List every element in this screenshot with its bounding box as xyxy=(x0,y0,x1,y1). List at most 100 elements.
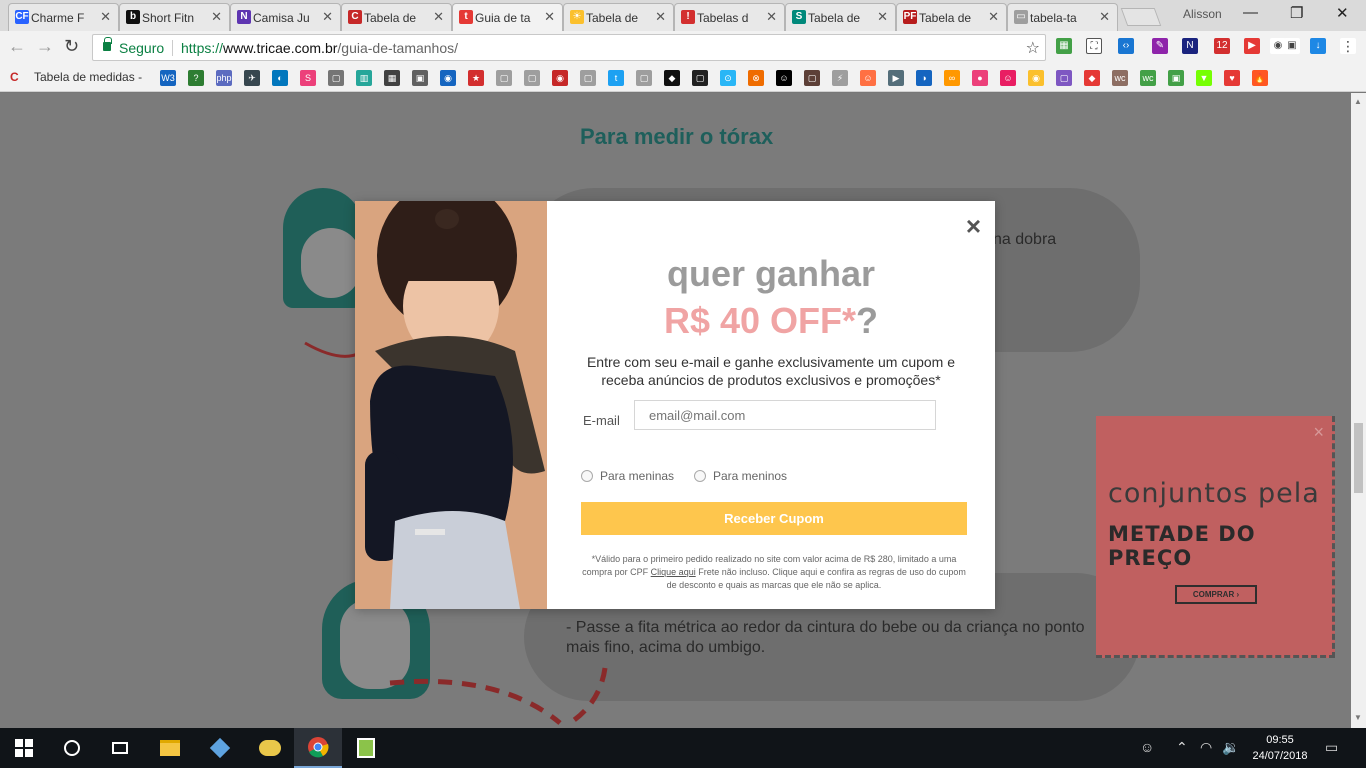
bookmark-icon[interactable]: ▢ xyxy=(1056,70,1072,86)
bookmark-icon[interactable]: wc xyxy=(1140,70,1156,86)
chrome-icon[interactable] xyxy=(294,728,342,768)
tab-close-icon[interactable]: ✕ xyxy=(877,9,888,25)
bookmark-icon[interactable]: W3 xyxy=(160,70,176,86)
bookmark-icon[interactable]: ● xyxy=(972,70,988,86)
extension-lock-icon[interactable]: ▣ xyxy=(1284,38,1300,54)
scroll-up-icon[interactable]: ▲ xyxy=(1354,97,1362,106)
bookmark-icon[interactable]: ▢ xyxy=(328,70,344,86)
browser-tab[interactable]: b Short Fitn ✕ xyxy=(119,3,230,31)
bookmark-icon[interactable]: ▢ xyxy=(580,70,596,86)
browser-tab[interactable]: ☀ Tabela de ✕ xyxy=(563,3,674,31)
bookmark-star-icon[interactable]: ☆ xyxy=(1026,38,1040,58)
bookmark-icon[interactable]: ◑ xyxy=(916,70,932,86)
extension-youtube-icon[interactable]: ▶ xyxy=(1244,38,1260,54)
radio-girls[interactable]: Para meninas xyxy=(581,469,674,483)
extension-screen-icon[interactable]: ⛶ xyxy=(1086,38,1102,54)
email-field[interactable] xyxy=(634,400,936,430)
bookmark-icon[interactable]: ▼ xyxy=(1196,70,1212,86)
sublime-icon[interactable] xyxy=(342,728,390,768)
tab-close-icon[interactable]: ✕ xyxy=(544,9,555,25)
forward-icon[interactable]: → xyxy=(36,36,54,57)
task-view-icon[interactable] xyxy=(96,728,144,768)
bookmark-icon[interactable]: ▦ xyxy=(384,70,400,86)
bookmark-icon[interactable]: php xyxy=(216,70,232,86)
bookmark-icon[interactable]: ▥ xyxy=(356,70,372,86)
bookmark-icon[interactable]: ? xyxy=(188,70,204,86)
close-icon[interactable]: × xyxy=(966,211,981,242)
tab-close-icon[interactable]: ✕ xyxy=(211,9,222,25)
tab-close-icon[interactable]: ✕ xyxy=(100,9,111,25)
promo-banner[interactable]: × conjuntos pela METADE DO PREÇO COMPRAR… xyxy=(1096,416,1335,658)
bookmark-icon[interactable]: ◐ xyxy=(272,70,288,86)
browser-tab[interactable]: C Tabela de ✕ xyxy=(341,3,452,31)
minimize-icon[interactable]: — xyxy=(1243,4,1258,21)
menu-kebab-icon[interactable]: ⋮ xyxy=(1340,38,1356,54)
tab-close-icon[interactable]: ✕ xyxy=(322,9,333,25)
bookmark-icon[interactable]: ▶ xyxy=(888,70,904,86)
bookmark-icon[interactable]: wc xyxy=(1112,70,1128,86)
cortana-icon[interactable] xyxy=(48,728,96,768)
bookmark-item[interactable]: C Tabela de medidas - xyxy=(10,70,142,84)
bookmark-icon[interactable]: ◆ xyxy=(664,70,680,86)
page-scrollbar[interactable]: ▲ ▼ xyxy=(1351,93,1366,728)
bookmark-icon[interactable]: ∞ xyxy=(944,70,960,86)
windows-start-icon[interactable] xyxy=(0,728,48,768)
tab-close-icon[interactable]: ✕ xyxy=(1099,9,1110,25)
profile-name[interactable]: Alisson xyxy=(1183,7,1222,21)
tab-close-icon[interactable]: ✕ xyxy=(433,9,444,25)
bookmark-icon[interactable]: ♥ xyxy=(1224,70,1240,86)
radio-button[interactable] xyxy=(581,470,593,482)
new-tab-button[interactable] xyxy=(1120,8,1162,26)
bookmark-icon[interactable]: ◆ xyxy=(1084,70,1100,86)
bookmark-icon[interactable]: 🔥 xyxy=(1252,70,1268,86)
bookmark-icon[interactable]: ▢ xyxy=(636,70,652,86)
wifi-icon[interactable]: ◠ xyxy=(1200,739,1212,756)
close-icon[interactable]: × xyxy=(1313,422,1324,443)
3d-viewer-icon[interactable] xyxy=(196,728,244,768)
radio-button[interactable] xyxy=(694,470,706,482)
radio-boys[interactable]: Para meninos xyxy=(694,469,787,483)
tab-close-icon[interactable]: ✕ xyxy=(766,9,777,25)
bookmark-icon[interactable]: ☺ xyxy=(776,70,792,86)
file-explorer-icon[interactable] xyxy=(146,728,194,768)
notifications-icon[interactable]: ▭ xyxy=(1325,739,1338,756)
chevron-up-icon[interactable]: ⌃ xyxy=(1176,739,1188,756)
tab-close-icon[interactable]: ✕ xyxy=(655,9,666,25)
browser-tab[interactable]: S Tabela de ✕ xyxy=(785,3,896,31)
tab-close-icon[interactable]: ✕ xyxy=(988,9,999,25)
browser-tab[interactable]: ! Tabelas d ✕ xyxy=(674,3,785,31)
extension-picker-icon[interactable]: ✎ xyxy=(1152,38,1168,54)
bookmark-icon[interactable]: ◉ xyxy=(552,70,568,86)
buy-button[interactable]: COMPRAR › xyxy=(1175,585,1257,604)
bookmark-icon[interactable]: ⚡ xyxy=(832,70,848,86)
browser-tab[interactable]: ▭ tabela-ta ✕ xyxy=(1007,3,1118,31)
restore-icon[interactable]: ❐ xyxy=(1290,4,1303,22)
bookmark-icon[interactable]: ▢ xyxy=(524,70,540,86)
bookmark-icon[interactable]: t xyxy=(608,70,624,86)
bookmark-icon[interactable]: ▣ xyxy=(412,70,428,86)
receive-coupon-button[interactable]: Receber Cupom xyxy=(581,502,967,535)
people-icon[interactable]: ☺ xyxy=(1140,739,1154,755)
volume-icon[interactable]: 🔉 xyxy=(1222,739,1239,756)
bookmark-icon[interactable]: ⊙ xyxy=(720,70,736,86)
bookmark-icon[interactable]: ⊗ xyxy=(748,70,764,86)
browser-tab[interactable]: CF Charme F ✕ xyxy=(8,3,119,31)
back-icon[interactable]: ← xyxy=(8,36,26,57)
scroll-thumb[interactable] xyxy=(1354,423,1363,493)
bookmark-icon[interactable]: ▢ xyxy=(804,70,820,86)
app-icon[interactable] xyxy=(246,728,294,768)
extension-n-icon[interactable]: N xyxy=(1182,38,1198,54)
bookmark-icon[interactable]: ▢ xyxy=(496,70,512,86)
bookmark-icon[interactable]: ▣ xyxy=(1168,70,1184,86)
clock[interactable]: 09:55 24/07/2018 xyxy=(1248,732,1312,764)
bookmark-icon[interactable]: ✈ xyxy=(244,70,260,86)
bookmark-icon[interactable]: S xyxy=(300,70,316,86)
extension-sheets-icon[interactable]: ▦ xyxy=(1056,38,1072,54)
browser-tab[interactable]: t Guia de ta ✕ xyxy=(452,3,563,31)
bookmark-icon[interactable]: ▢ xyxy=(692,70,708,86)
bookmark-icon[interactable]: ★ xyxy=(468,70,484,86)
bookmark-icon[interactable]: ◉ xyxy=(440,70,456,86)
extension-code-icon[interactable]: ‹› xyxy=(1118,38,1134,54)
bookmark-icon[interactable]: ◉ xyxy=(1028,70,1044,86)
reload-icon[interactable]: ↻ xyxy=(64,36,79,57)
